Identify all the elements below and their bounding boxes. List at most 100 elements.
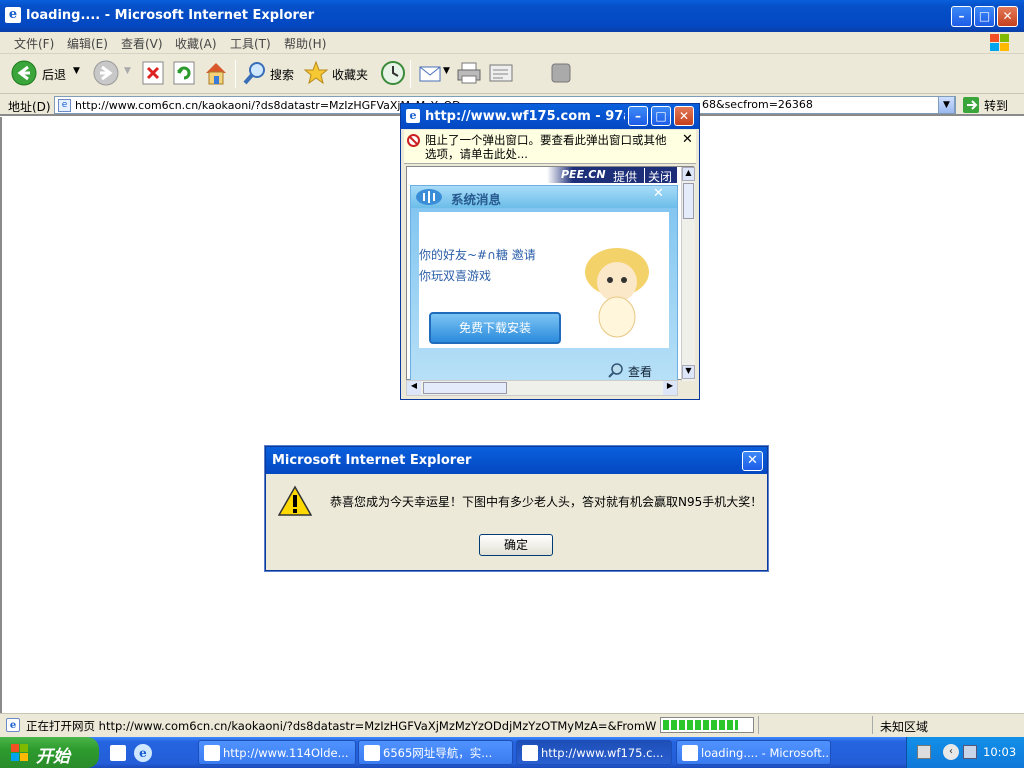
popup-frame: PEE.CN 提供 关闭 系统消息 ✕ 你的好友~#∩糖 邀请 你玩双喜游戏 免… — [406, 166, 695, 381]
messenger-icon[interactable] — [549, 61, 575, 85]
hscroll-thumb[interactable] — [423, 382, 507, 394]
ie-icon — [522, 745, 538, 761]
print-icon[interactable] — [456, 61, 482, 85]
address-label: 地址(D) — [8, 100, 51, 114]
address-dropdown-icon[interactable]: ▼ — [938, 96, 955, 114]
system-message-header: 系统消息 ✕ — [411, 186, 677, 208]
scroll-up-icon[interactable]: ▲ — [682, 167, 695, 181]
menu-file[interactable]: 文件(F) — [14, 35, 54, 52]
status-text: 正在打开网页 http://www.com6cn.cn/kaokaoni/?ds… — [26, 719, 656, 733]
ad-header: PEE.CN 提供 关闭 — [547, 167, 677, 185]
favorites-star-icon[interactable] — [303, 60, 329, 86]
popup-blocked-infobar[interactable]: 阻止了一个弹出窗口。要查看此弹出窗口或其他选项，请单击此处... ✕ — [404, 130, 696, 164]
clock: 10:03 — [983, 745, 1017, 759]
window-title-bar[interactable]: e loading.... - Microsoft Internet Explo… — [0, 0, 1024, 32]
invite-line-1: 你的好友~#∩糖 邀请 — [419, 248, 536, 262]
forward-arrow-icon[interactable] — [93, 60, 119, 86]
task-button-2[interactable]: 6565网址导航，实... — [358, 740, 513, 765]
ie-quicklaunch-icon[interactable]: e — [134, 744, 152, 762]
sheep-mascot-icon — [585, 248, 649, 338]
scroll-left-icon[interactable]: ◀ — [407, 381, 421, 395]
security-zone: 未知区域 — [880, 720, 929, 734]
minimize-button[interactable]: – — [951, 6, 972, 27]
ie-icon: e — [406, 109, 420, 123]
search-icon[interactable] — [242, 60, 268, 86]
ad-provide-label: 提供 — [613, 170, 638, 184]
mail-icon[interactable] — [418, 61, 444, 85]
mail-dropdown-icon[interactable]: ▼ — [443, 66, 450, 76]
edit-page-icon[interactable] — [488, 61, 514, 85]
stop-icon[interactable] — [142, 61, 164, 85]
infobar-text: 阻止了一个弹出窗口。要查看此弹出窗口或其他选项，请单击此处... — [425, 133, 667, 161]
history-icon[interactable] — [380, 60, 406, 86]
alert-dialog[interactable]: Microsoft Internet Explorer ✕ 恭喜您成为今天幸运星… — [265, 446, 768, 571]
network-icon[interactable] — [963, 745, 977, 759]
menu-help[interactable]: 帮助(H) — [284, 35, 326, 52]
system-message-close-icon[interactable]: ✕ — [653, 186, 664, 201]
forward-dropdown-icon[interactable]: ▼ — [124, 66, 131, 76]
menu-favorites[interactable]: 收藏(A) — [175, 35, 217, 52]
show-desktop-icon[interactable] — [110, 745, 126, 761]
progress-bar — [660, 717, 754, 733]
popup-vertical-scrollbar[interactable]: ▲ ▼ — [681, 167, 695, 381]
favorites-button-label[interactable]: 收藏夹 — [332, 66, 368, 83]
maximize-button[interactable]: □ — [974, 6, 995, 27]
view-link[interactable]: 查看 — [628, 363, 652, 380]
ad-brand: PEE.CN — [561, 168, 606, 181]
alert-title-bar[interactable]: Microsoft Internet Explorer ✕ — [266, 447, 767, 474]
keyboard-icon[interactable] — [917, 745, 931, 759]
alert-title: Microsoft Internet Explorer — [272, 453, 472, 468]
windows-logo-icon — [11, 744, 28, 761]
status-divider — [758, 716, 759, 734]
free-download-button[interactable]: 免费下载安装 — [429, 312, 561, 344]
infobar-close-icon[interactable]: ✕ — [682, 132, 693, 147]
ok-button[interactable]: 确定 — [479, 534, 553, 556]
menu-bar: 文件(F) 编辑(E) 查看(V) 收藏(A) 工具(T) 帮助(H) — [0, 32, 1024, 54]
go-button-label[interactable]: 转到 — [984, 97, 1008, 114]
scroll-down-icon[interactable]: ▼ — [682, 365, 695, 379]
menu-tools[interactable]: 工具(T) — [230, 35, 271, 52]
toolbar-separator — [410, 60, 411, 88]
popup-window[interactable]: e http://www.wf175.com - 97ai... – □ ✕ 阻… — [400, 103, 700, 400]
popup-title: http://www.wf175.com - 97ai... — [425, 109, 625, 124]
home-icon[interactable] — [203, 60, 229, 86]
popup-close-button[interactable]: ✕ — [674, 106, 694, 126]
system-message-box: 系统消息 ✕ 你的好友~#∩糖 邀请 你玩双喜游戏 免费下载安装 查看 — [410, 185, 678, 381]
speaker-icon — [416, 189, 442, 205]
scroll-thumb[interactable] — [683, 183, 694, 219]
start-label: 开始 — [36, 747, 70, 767]
popup-horizontal-scrollbar[interactable]: ◀ ▶ — [406, 380, 678, 396]
status-divider — [872, 716, 873, 734]
refresh-icon[interactable] — [173, 61, 195, 85]
search-button-label[interactable]: 搜索 — [270, 66, 294, 83]
back-dropdown-icon[interactable]: ▼ — [73, 66, 80, 76]
ie-icon — [682, 745, 698, 761]
task-label: 6565网址导航，实... — [383, 746, 493, 760]
close-button[interactable]: ✕ — [997, 6, 1018, 27]
page-loading-icon: e — [6, 718, 20, 732]
ie-icon — [204, 745, 220, 761]
windows-logo-icon — [990, 34, 1009, 51]
menu-edit[interactable]: 编辑(E) — [67, 35, 108, 52]
popup-title-bar[interactable]: e http://www.wf175.com - 97ai... – □ ✕ — [401, 104, 699, 129]
taskbar: 开始 e http://www.114Olde... 6565网址导航，实...… — [0, 737, 1024, 768]
back-arrow-icon[interactable] — [11, 60, 37, 86]
task-button-3[interactable]: http://www.wf175.c... — [516, 740, 672, 765]
menu-view[interactable]: 查看(V) — [121, 35, 163, 52]
status-bar: e 正在打开网页 http://www.com6cn.cn/kaokaoni/?… — [0, 713, 1024, 737]
alert-close-button[interactable]: ✕ — [742, 451, 763, 471]
ad-close-link[interactable]: 关闭 — [644, 168, 672, 185]
system-tray: ‹ 10:03 — [906, 737, 1024, 768]
start-button[interactable]: 开始 — [0, 737, 99, 768]
go-arrow-icon[interactable] — [962, 96, 980, 114]
popup-maximize-button[interactable]: □ — [651, 106, 671, 126]
back-button-label[interactable]: 后退 — [42, 66, 66, 83]
tray-expand-icon[interactable]: ‹ — [943, 744, 959, 760]
popup-minimize-button[interactable]: – — [628, 106, 648, 126]
warning-icon — [278, 485, 312, 516]
scroll-right-icon[interactable]: ▶ — [663, 381, 677, 395]
invite-line-2: 你玩双喜游戏 — [419, 269, 492, 283]
task-button-1[interactable]: http://www.114Olde... — [198, 740, 356, 765]
task-button-4[interactable]: loading.... - Microsoft... — [676, 740, 831, 765]
alert-message: 恭喜您成为今天幸运星！下图中有多少老人头，答对就有机会赢取N95手机大奖！ — [330, 495, 763, 509]
